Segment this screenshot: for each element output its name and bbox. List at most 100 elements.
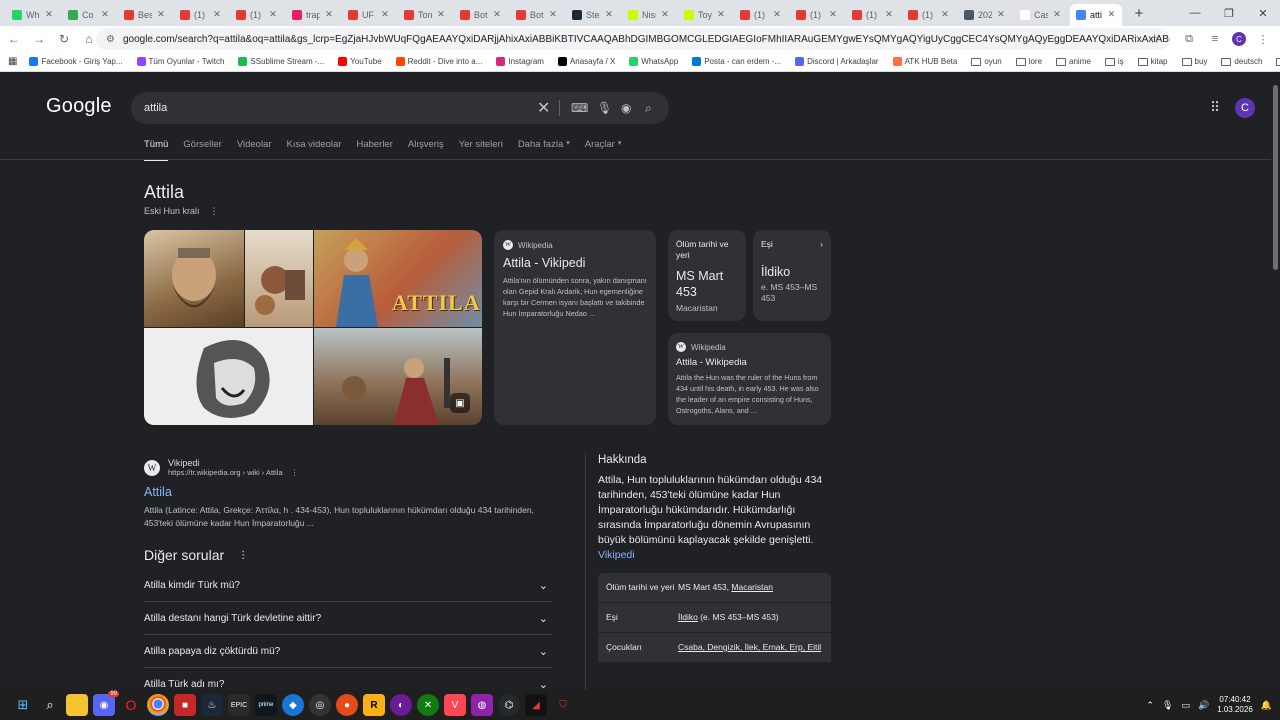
tab-close-icon[interactable]: ✕ (268, 9, 278, 20)
file-explorer-icon[interactable] (66, 694, 88, 716)
reload-icon[interactable]: ↻ (53, 28, 75, 50)
bookmark-item[interactable]: Anasayfa / X (557, 57, 615, 66)
tab-close-icon[interactable]: ✕ (548, 9, 558, 20)
tab-close-icon[interactable]: ✕ (44, 9, 54, 20)
menu-icon[interactable]: ⋮ (1254, 33, 1272, 46)
wiki-en-title[interactable]: Attila - Wikipedia (676, 357, 823, 368)
paa-question[interactable]: Atilla destanı hangi Türk devletine aitt… (144, 602, 552, 635)
apps-grid-icon[interactable]: ▦ (8, 56, 17, 67)
search-box[interactable]: attila ✕ ⌨ 🎙 ◉ ⌕ (131, 92, 669, 124)
mic-icon[interactable]: 🎙 (597, 101, 612, 115)
tab-close-icon[interactable]: ✕ (828, 9, 838, 20)
app-dark-icon[interactable]: ◢ (525, 694, 547, 716)
new-tab-icon[interactable]: + (1128, 2, 1150, 24)
browser-tab[interactable]: Nissan ✕ (622, 4, 678, 26)
restore-icon[interactable]: ❐ (1212, 0, 1246, 26)
lens-icon[interactable]: ◉ (621, 101, 631, 115)
steam-icon[interactable]: ♨ (201, 694, 223, 716)
browser-tab[interactable]: Casualt ✕ (1014, 4, 1070, 26)
bookmark-item[interactable]: Facebook - Giriş Yap... (29, 57, 123, 66)
browser-tab[interactable]: (1) xkcd ✕ (790, 4, 846, 26)
forward-icon[interactable]: → (28, 28, 50, 50)
search-tab[interactable]: Kısa videolar (287, 139, 342, 161)
bookmark-folder[interactable]: x (1276, 57, 1280, 66)
extensions-icon[interactable]: ⧉ (1180, 33, 1198, 46)
gallery-image-3[interactable]: ATTILA (314, 230, 482, 327)
bookmark-item[interactable]: SSublime Stream -... (238, 57, 324, 66)
search-tab[interactable]: Yer siteleri (459, 139, 503, 161)
rockstar-icon[interactable]: R (363, 694, 385, 716)
search-tab[interactable]: Araçlar (585, 139, 615, 161)
spouse-card[interactable]: Eşi › İldiko e. MS 453–MS 453 (753, 230, 831, 321)
tab-close-icon[interactable]: ✕ (380, 9, 390, 20)
search-query[interactable]: attila (144, 102, 167, 114)
tab-close-icon[interactable]: ✕ (492, 9, 502, 20)
paa-question[interactable]: Atilla papaya diz çöktürdü mü? ⌄ (144, 635, 552, 668)
search-tab[interactable]: Görseller (183, 139, 222, 161)
paa-menu-icon[interactable]: ⋮ (238, 550, 248, 561)
app-purple-icon[interactable]: ◐ (390, 694, 412, 716)
site-info-icon[interactable]: ⚙ (106, 34, 115, 45)
account-avatar[interactable]: C (1235, 98, 1255, 118)
wiki-card-en[interactable]: W Wikipedia Attila - Wikipedia Attila th… (668, 333, 831, 425)
browser-tab[interactable]: trap ✕ (286, 4, 342, 26)
app-red-icon[interactable]: ■ (174, 694, 196, 716)
browser-tab[interactable]: Co ✕ (62, 4, 118, 26)
tab-close-icon[interactable]: ✕ (100, 9, 110, 20)
more-options-icon[interactable]: ⋮ (210, 206, 219, 217)
browser-tab[interactable]: Steam ✕ (566, 4, 622, 26)
search-tab[interactable]: Alışveriş (408, 139, 444, 161)
app-orange-icon[interactable]: ● (336, 694, 358, 716)
app-blue-icon[interactable]: ◆ (282, 694, 304, 716)
discord-icon[interactable]: ◉ 99 (93, 691, 119, 716)
url-field[interactable]: ⚙ google.com/search?q=attila&oq=attila&g… (96, 28, 1170, 50)
browser-tab[interactable]: (1) ✕ (174, 4, 230, 26)
browser-tab[interactable]: UF ✕ (342, 4, 398, 26)
browser-tab[interactable]: atti ✕ (1070, 3, 1122, 26)
app-pink-icon[interactable]: ◍ (471, 694, 493, 716)
bookmark-item[interactable]: Posta - can erdem -... (692, 57, 781, 66)
bookmark-item[interactable]: ATK HUB Beta (892, 57, 957, 66)
gallery-image-4[interactable] (144, 328, 313, 425)
browser-tab[interactable]: Ton ✕ (398, 4, 454, 26)
obs-icon[interactable]: ◎ (309, 694, 331, 716)
browser-tab[interactable]: Bot ✕ (454, 4, 510, 26)
bookmark-folder[interactable]: iş (1104, 57, 1124, 66)
github-icon[interactable]: ⌬ (498, 694, 520, 716)
tab-close-icon[interactable]: ✕ (996, 9, 1006, 20)
paa-question[interactable]: Atilla kimdir Türk mü? ⌄ (144, 569, 552, 602)
tray-network-icon[interactable]: ▭ (1181, 700, 1190, 711)
media-icon[interactable]: ≡ (1206, 33, 1224, 45)
fact-link[interactable]: Macaristan (731, 582, 773, 592)
result-menu-icon[interactable]: ⋮ (291, 468, 299, 477)
epic-games-icon[interactable]: EPIC (228, 694, 250, 716)
tray-mic-icon[interactable]: 🎙 (1162, 700, 1173, 711)
prime-video-icon[interactable]: prime (255, 694, 277, 716)
fact-link[interactable]: Csaba, Dengizik, İlek, Ernak, Erp, Eitil (678, 642, 821, 652)
gallery-image-2[interactable] (245, 230, 313, 327)
browser-tab[interactable]: Toyota ✕ (678, 4, 734, 26)
wiki-card-tr[interactable]: W Wikipedia Attila - Vikipedi Attila'nın… (494, 230, 656, 425)
tab-close-icon[interactable]: ✕ (940, 9, 950, 20)
tab-close-icon[interactable]: ✕ (660, 9, 670, 20)
search-icon[interactable]: ⌕ (645, 101, 652, 116)
browser-tab[interactable]: (1) ✕ (902, 4, 958, 26)
tab-close-icon[interactable]: ✕ (884, 9, 894, 20)
browser-tab[interactable]: Wh ✕ (6, 4, 62, 26)
tray-volume-icon[interactable]: 🔊 (1198, 700, 1209, 711)
browser-tab[interactable]: (1) Izafi ✕ (846, 4, 902, 26)
windows-start-icon[interactable]: ⊞ (12, 694, 34, 716)
tab-close-icon[interactable]: ✕ (212, 9, 222, 20)
minimize-icon[interactable]: — (1178, 0, 1212, 26)
paa-question[interactable]: Atilla Türk adı mı? ⌄ (144, 668, 552, 691)
notification-bell-icon[interactable]: 🔔 (1261, 700, 1272, 711)
search-tab[interactable]: Daha fazla (518, 139, 563, 161)
close-window-icon[interactable]: ✕ (1246, 0, 1280, 26)
tab-close-icon[interactable]: ✕ (436, 9, 446, 20)
google-logo[interactable]: Google (46, 95, 112, 118)
bookmark-folder[interactable]: buy (1181, 57, 1207, 66)
search-tab[interactable]: Videolar (237, 139, 272, 161)
app-shield-icon[interactable]: ⛉ (552, 694, 574, 716)
tab-close-icon[interactable]: ✕ (716, 9, 726, 20)
tab-close-icon[interactable]: ✕ (1052, 9, 1062, 20)
